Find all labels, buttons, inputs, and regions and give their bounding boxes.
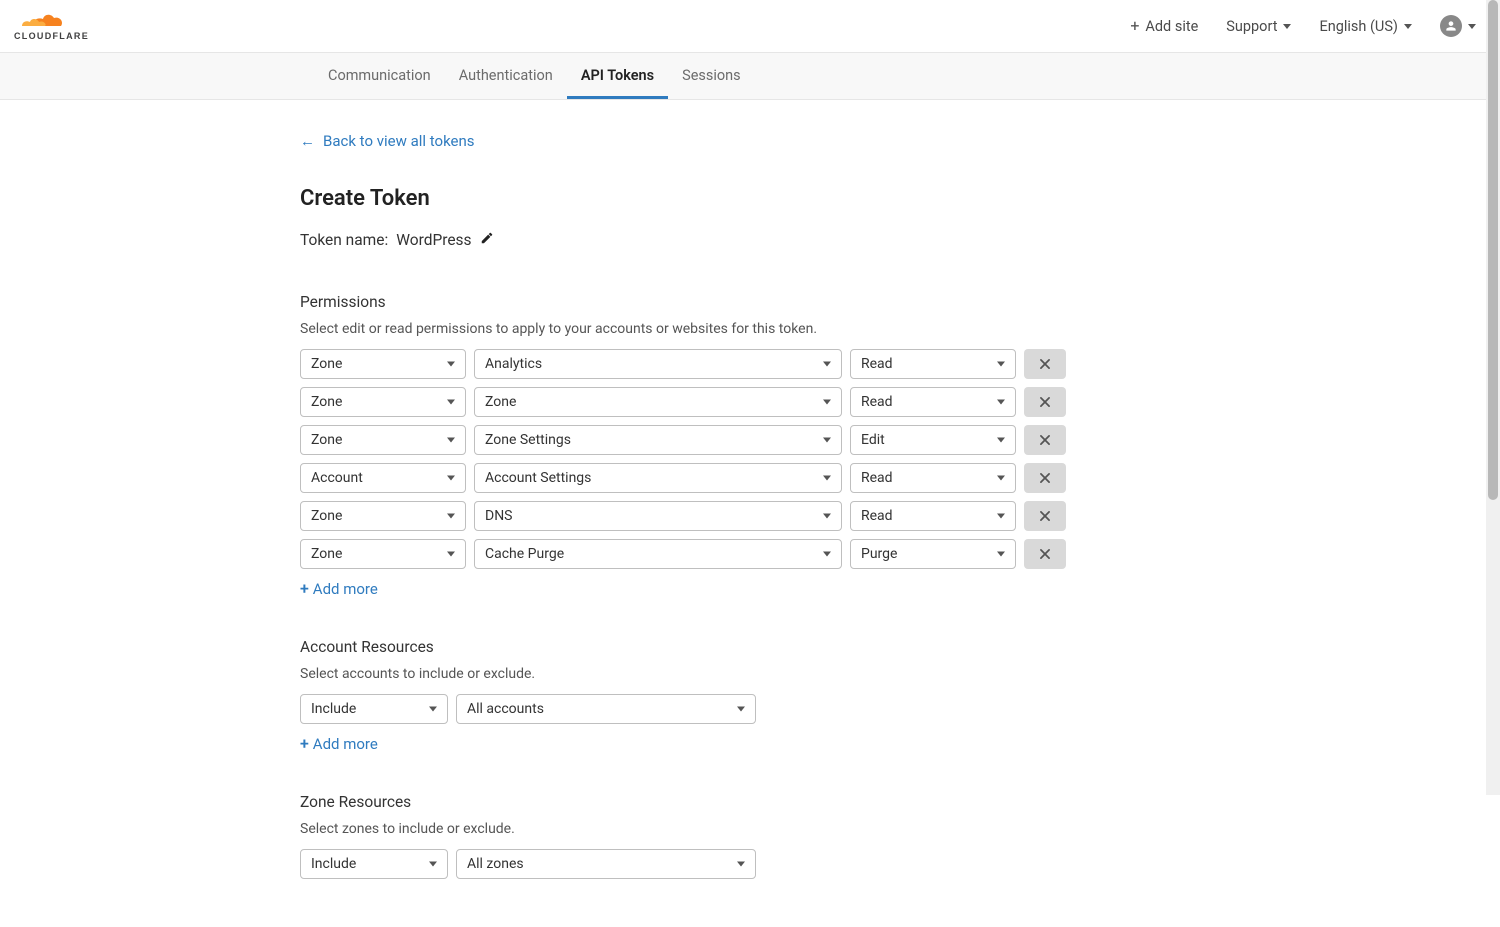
zone-resource-row: Include All zones — [300, 849, 1080, 879]
remove-permission-button[interactable] — [1024, 387, 1066, 417]
chevron-down-icon — [1283, 24, 1291, 29]
permission-row: Zone Cache Purge Purge — [300, 539, 1080, 569]
language-dropdown[interactable]: English (US) — [1319, 18, 1412, 35]
permission-resource-select[interactable]: Account Settings — [474, 463, 842, 493]
back-link-label: Back to view all tokens — [323, 132, 475, 150]
plus-icon: + — [1130, 18, 1139, 34]
permission-resource-select[interactable]: Zone Settings — [474, 425, 842, 455]
permission-scope-select[interactable]: Zone — [300, 539, 466, 569]
header-actions: + Add site Support English (US) — [1130, 15, 1476, 37]
permission-resource-select[interactable]: Zone — [474, 387, 842, 417]
add-site-button[interactable]: + Add site — [1130, 18, 1198, 35]
permissions-rows: Zone Analytics Read Zone Zone Read Zone Zone Se… — [300, 349, 1080, 569]
account-resource-row: Include All accounts — [300, 694, 1080, 724]
permissions-title: Permissions — [300, 293, 1080, 311]
edit-token-name-button[interactable] — [480, 231, 494, 249]
account-resources-description: Select accounts to include or exclude. — [300, 666, 1080, 682]
add-permission-button[interactable]: + Add more — [300, 579, 1080, 598]
permission-resource-select[interactable]: Analytics — [474, 349, 842, 379]
add-more-label: Add more — [313, 580, 378, 598]
zone-mode-select[interactable]: Include — [300, 849, 448, 879]
add-account-resource-button[interactable]: + Add more — [300, 734, 1080, 753]
account-menu[interactable] — [1440, 15, 1476, 37]
permission-scope-select[interactable]: Zone — [300, 387, 466, 417]
svg-text:CLOUDFLARE: CLOUDFLARE — [14, 31, 89, 41]
tab-communication[interactable]: Communication — [314, 53, 445, 99]
top-header: CLOUDFLARE + Add site Support English (U… — [0, 0, 1500, 53]
zone-resources-title: Zone Resources — [300, 793, 1080, 811]
support-dropdown[interactable]: Support — [1226, 18, 1291, 35]
support-label: Support — [1226, 18, 1277, 35]
permission-access-select[interactable]: Edit — [850, 425, 1016, 455]
chevron-down-icon — [1404, 24, 1412, 29]
remove-permission-button[interactable] — [1024, 501, 1066, 531]
permission-scope-select[interactable]: Zone — [300, 501, 466, 531]
tab-api-tokens[interactable]: API Tokens — [567, 53, 668, 99]
permission-access-select[interactable]: Read — [850, 501, 1016, 531]
permission-scope-select[interactable]: Zone — [300, 425, 466, 455]
language-label: English (US) — [1319, 18, 1398, 35]
tab-authentication[interactable]: Authentication — [445, 53, 567, 99]
permission-resource-select[interactable]: DNS — [474, 501, 842, 531]
permission-scope-select[interactable]: Account — [300, 463, 466, 493]
permission-row: Zone DNS Read — [300, 501, 1080, 531]
permission-access-select[interactable]: Read — [850, 387, 1016, 417]
chevron-down-icon — [1468, 24, 1476, 29]
user-avatar-icon — [1440, 15, 1462, 37]
permission-row: Zone Zone Read — [300, 387, 1080, 417]
cloudflare-logo[interactable]: CLOUDFLARE — [14, 10, 108, 42]
permission-access-select[interactable]: Read — [850, 349, 1016, 379]
account-target-select[interactable]: All accounts — [456, 694, 756, 724]
account-mode-select[interactable]: Include — [300, 694, 448, 724]
permission-resource-select[interactable]: Cache Purge — [474, 539, 842, 569]
tab-sessions[interactable]: Sessions — [668, 53, 755, 99]
remove-permission-button[interactable] — [1024, 539, 1066, 569]
permissions-description: Select edit or read permissions to apply… — [300, 321, 1080, 337]
main-content: ← Back to view all tokens Create Token T… — [0, 100, 1080, 927]
back-to-tokens-link[interactable]: ← Back to view all tokens — [300, 132, 1080, 150]
token-name-label: Token name: — [300, 231, 388, 249]
permission-row: Zone Zone Settings Edit — [300, 425, 1080, 455]
scrollbar-thumb[interactable] — [1488, 0, 1498, 500]
vertical-scrollbar[interactable] — [1486, 0, 1500, 795]
add-more-label: Add more — [313, 735, 378, 753]
remove-permission-button[interactable] — [1024, 349, 1066, 379]
zone-target-select[interactable]: All zones — [456, 849, 756, 879]
arrow-left-icon: ← — [300, 132, 315, 150]
permission-row: Zone Analytics Read — [300, 349, 1080, 379]
permission-access-select[interactable]: Purge — [850, 539, 1016, 569]
zone-resources-description: Select zones to include or exclude. — [300, 821, 1080, 837]
add-site-label: Add site — [1145, 18, 1198, 35]
account-resources-title: Account Resources — [300, 638, 1080, 656]
permission-row: Account Account Settings Read — [300, 463, 1080, 493]
page-title: Create Token — [300, 186, 1080, 211]
token-name-value: WordPress — [396, 231, 471, 249]
subnav-tabs: Communication Authentication API Tokens … — [0, 53, 1500, 100]
permission-access-select[interactable]: Read — [850, 463, 1016, 493]
remove-permission-button[interactable] — [1024, 463, 1066, 493]
remove-permission-button[interactable] — [1024, 425, 1066, 455]
plus-icon: + — [300, 579, 309, 598]
plus-icon: + — [300, 734, 309, 753]
permission-scope-select[interactable]: Zone — [300, 349, 466, 379]
token-name-row: Token name: WordPress — [300, 231, 1080, 249]
